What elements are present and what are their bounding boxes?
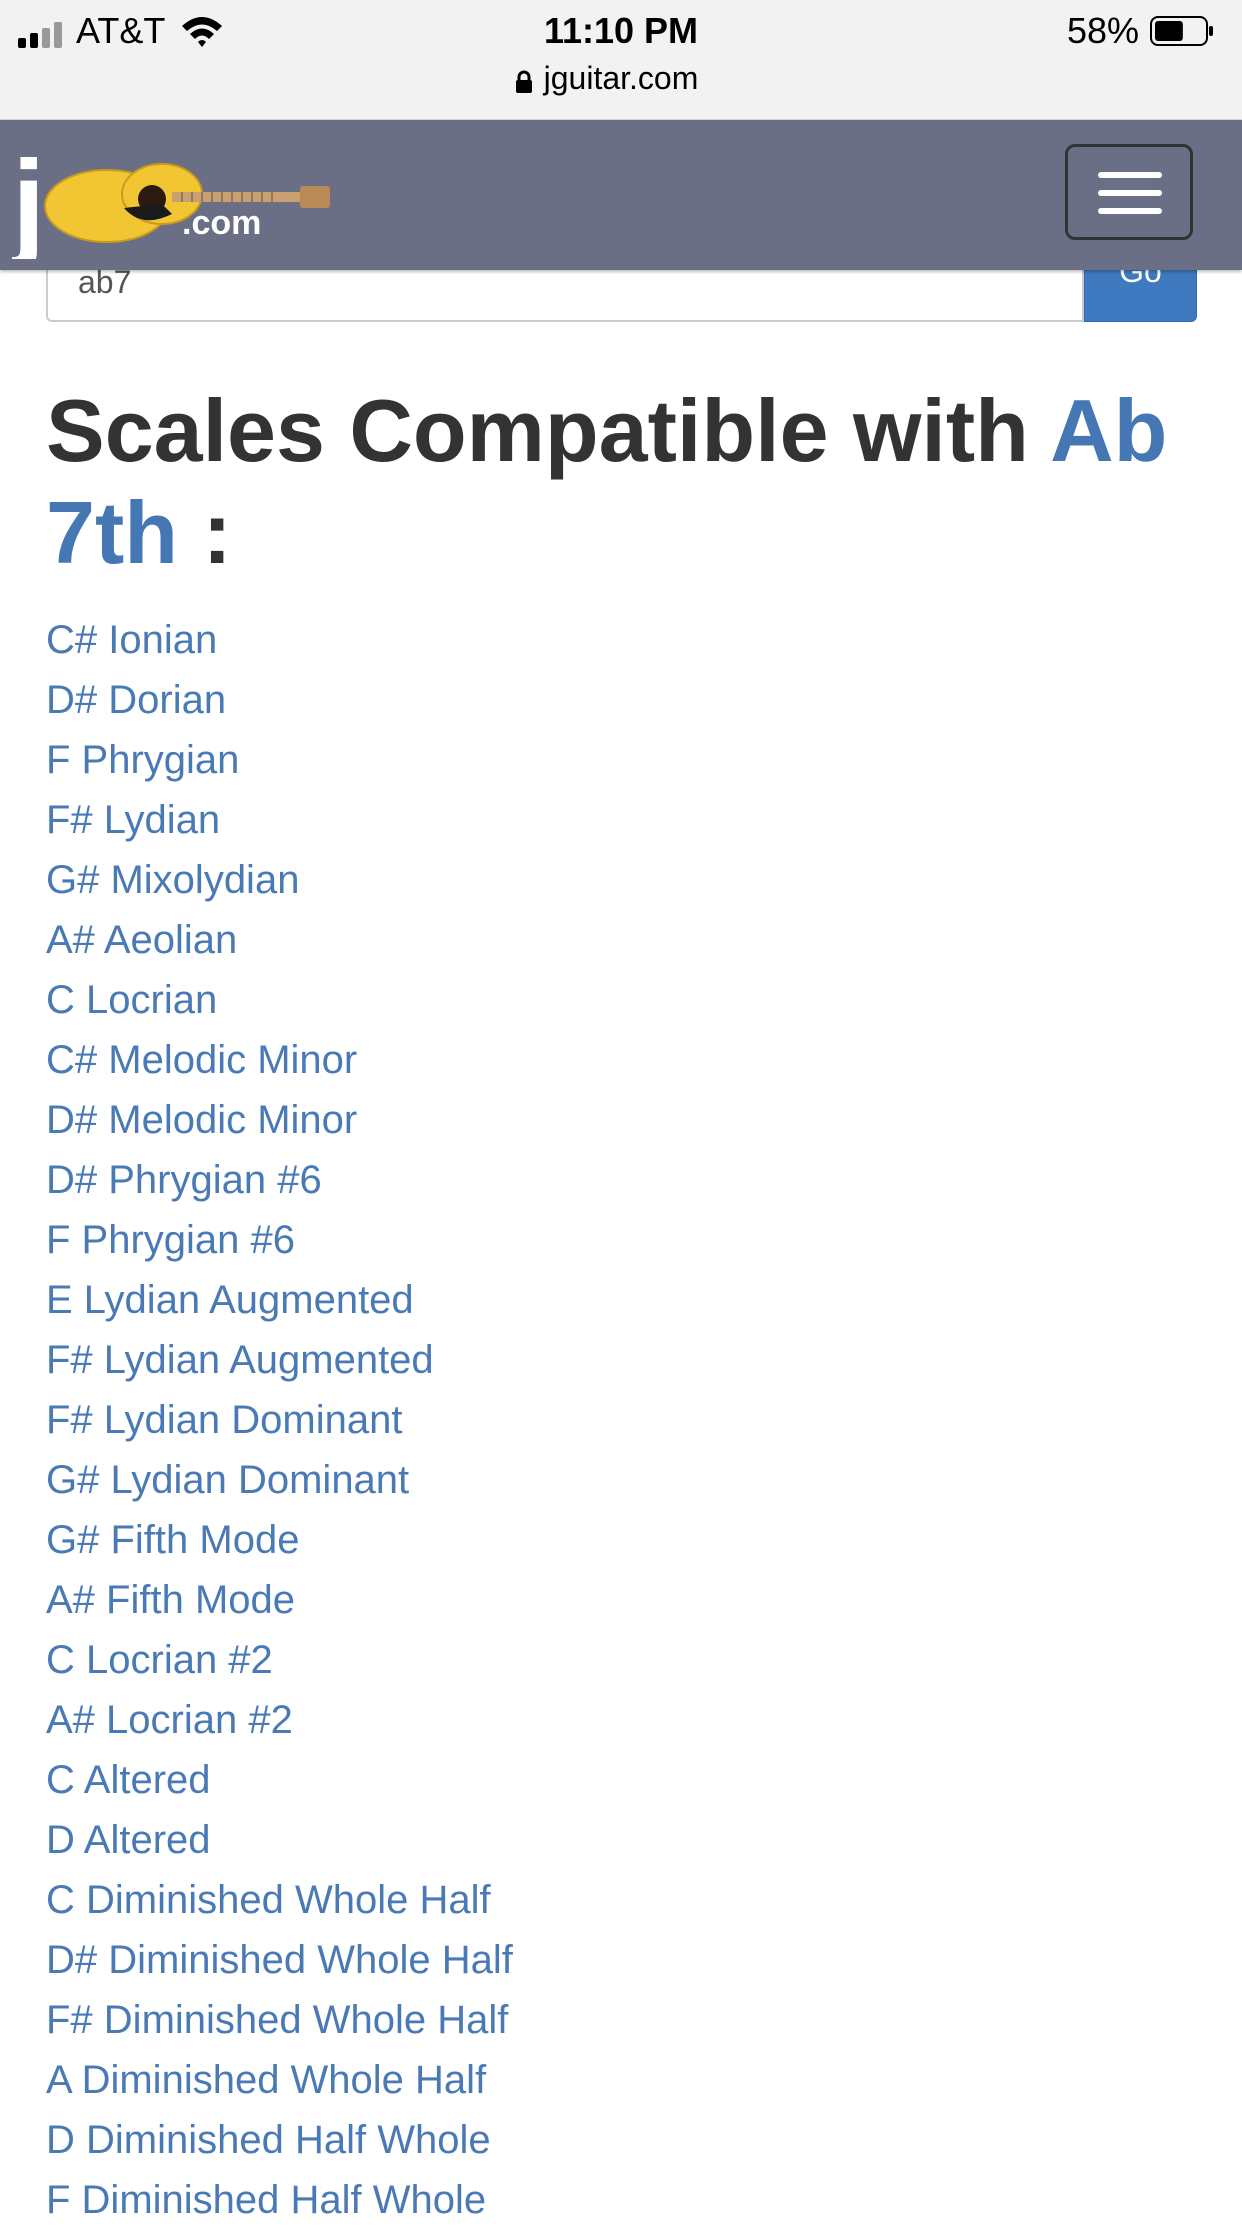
site-navbar: j .com xyxy=(0,120,1242,270)
title-suffix: : xyxy=(178,483,232,582)
status-bar: AT&T 11:10 PM 58% jguitar.com xyxy=(0,0,1242,120)
scale-link[interactable]: C# Melodic Minor xyxy=(46,1030,513,1090)
scale-link[interactable]: C# Ionian xyxy=(46,610,513,670)
scale-link[interactable]: D Diminished Half Whole xyxy=(46,2110,513,2170)
scale-link[interactable]: A# Aeolian xyxy=(46,910,513,970)
logo-letter: j xyxy=(12,136,45,259)
scale-link[interactable]: C Locrian #2 xyxy=(46,1630,513,1690)
scale-link[interactable]: E Lydian Augmented xyxy=(46,1270,513,1330)
scale-link[interactable]: F# Lydian xyxy=(46,790,513,850)
jguitar-logo[interactable]: j .com xyxy=(12,134,342,259)
battery-icon xyxy=(1150,16,1213,46)
scale-link[interactable]: C Diminished Whole Half xyxy=(46,1870,513,1930)
hamburger-icon xyxy=(1098,172,1162,178)
scale-link[interactable]: G# Lydian Dominant xyxy=(46,1450,513,1510)
hamburger-menu-button[interactable] xyxy=(1065,144,1193,240)
scale-list: C# Ionian D# Dorian F Phrygian F# Lydian G# … xyxy=(46,610,513,2230)
scale-link[interactable]: F# Lydian Dominant xyxy=(46,1390,513,1450)
scale-link[interactable]: D# Phrygian #6 xyxy=(46,1150,513,1210)
logo-domain: .com xyxy=(182,204,261,242)
scale-link[interactable]: F# Lydian Augmented xyxy=(46,1330,513,1390)
url-label[interactable]: jguitar.com xyxy=(0,60,1242,97)
scale-link[interactable]: C Altered xyxy=(46,1750,513,1810)
scale-link[interactable]: F# Diminished Whole Half xyxy=(46,1990,513,2050)
scale-link[interactable]: D Altered xyxy=(46,1810,513,1870)
scale-link[interactable]: D# Melodic Minor xyxy=(46,1090,513,1150)
page-title: Scales Compatible with Ab 7th : xyxy=(46,380,1216,584)
scale-link[interactable]: C Locrian xyxy=(46,970,513,1030)
scale-link[interactable]: F Phrygian xyxy=(46,730,513,790)
battery-percentage: 58% xyxy=(1067,10,1140,51)
scale-link[interactable]: A# Fifth Mode xyxy=(46,1570,513,1630)
scale-link[interactable]: D# Dorian xyxy=(46,670,513,730)
scale-link[interactable]: G# Mixolydian xyxy=(46,850,513,910)
title-prefix: Scales Compatible with xyxy=(46,381,1051,480)
clock: 11:10 PM xyxy=(543,10,699,51)
scale-link[interactable]: F Phrygian #6 xyxy=(46,1210,513,1270)
scale-link[interactable]: A Diminished Whole Half xyxy=(46,2050,513,2110)
scale-link[interactable]: G# Fifth Mode xyxy=(46,1510,513,1570)
scale-link[interactable]: A# Locrian #2 xyxy=(46,1690,513,1750)
scale-link[interactable]: D# Diminished Whole Half xyxy=(46,1930,513,1990)
scale-link[interactable]: F Diminished Half Whole xyxy=(46,2170,513,2230)
